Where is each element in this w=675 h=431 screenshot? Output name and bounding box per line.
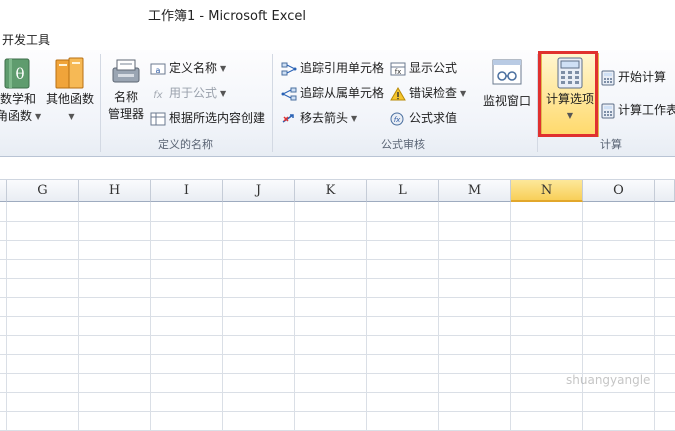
math-trig-label-2: 角函数: [0, 109, 33, 123]
column-header[interactable]: O: [583, 180, 655, 202]
table-icon: [150, 112, 166, 125]
name-manager-label-1: 名称: [113, 90, 138, 104]
column-header-partial: [655, 180, 675, 202]
create-from-selection-button[interactable]: 根据所选内容创建: [150, 108, 265, 128]
math-trig-label-1: 数学和: [0, 92, 36, 106]
evaluate-formula-button[interactable]: fx 公式求值: [390, 108, 457, 128]
trace-precedents-button[interactable]: 追踪引用单元格: [281, 58, 384, 78]
watermark: shuangyangle: [566, 373, 651, 387]
use-in-formula-label: 用于公式: [169, 86, 218, 100]
evaluate-formula-icon: fx: [390, 112, 404, 125]
remove-arrows-label: 移去箭头: [300, 111, 349, 125]
name-manager-button[interactable]: 名称 管理器: [104, 56, 148, 123]
watch-window-button[interactable]: 监视窗口: [480, 56, 534, 110]
trace-precedents-label: 追踪引用单元格: [300, 61, 385, 75]
other-functions-label: 其他函数: [45, 92, 94, 106]
use-in-formula-button: fx 用于公式 ▼: [150, 83, 226, 103]
svg-text:fx: fx: [395, 68, 402, 76]
name-manager-icon: [112, 59, 140, 83]
other-functions-button[interactable]: 其他函数 ▼: [43, 56, 97, 125]
define-name-label: 定义名称: [169, 61, 218, 75]
calculate-sheet-button[interactable]: 计算工作表: [601, 100, 675, 120]
warning-icon: [390, 86, 406, 100]
chevron-down-icon: ▼: [220, 88, 227, 98]
define-name-button[interactable]: a 定义名称 ▼: [150, 58, 226, 78]
trace-dependents-label: 追踪从属单元格: [300, 86, 385, 100]
remove-arrows-button[interactable]: 移去箭头 ▼: [281, 108, 357, 128]
watch-window-icon: [492, 59, 522, 85]
remove-arrows-icon: [282, 113, 294, 123]
formula-auditing-group-label: 公式审核: [381, 138, 425, 151]
calculator-sheet-icon: [601, 103, 615, 118]
calculator-icon: [601, 70, 615, 85]
defined-names-group-label: 定义的名称: [158, 138, 213, 151]
window-title: 工作簿1 - Microsoft Excel: [148, 9, 306, 24]
column-header[interactable]: J: [223, 180, 295, 202]
svg-text:fx: fx: [153, 90, 163, 101]
fx-icon: fx: [153, 90, 163, 101]
name-manager-label-2: 管理器: [107, 107, 144, 121]
svg-text:a: a: [156, 66, 161, 75]
column-header[interactable]: H: [79, 180, 151, 202]
cell-grid[interactable]: [0, 202, 675, 431]
show-formulas-label: 显示公式: [409, 61, 458, 75]
formula-bar[interactable]: [0, 157, 675, 180]
title-bar: 工作簿1 - Microsoft Excel: [0, 0, 675, 28]
calculate-now-button[interactable]: 开始计算: [601, 67, 666, 87]
column-header[interactable]: M: [439, 180, 511, 202]
show-formulas-button[interactable]: fx 显示公式: [390, 58, 457, 78]
evaluate-formula-label: 公式求值: [409, 111, 458, 125]
column-header-partial: [0, 180, 7, 202]
show-formulas-icon: fx: [390, 62, 406, 76]
tag-icon: a: [150, 63, 166, 75]
tab-developer[interactable]: 开发工具: [2, 31, 50, 48]
error-checking-button[interactable]: 错误检查 ▼: [390, 83, 466, 103]
math-trig-button[interactable]: θ 数学和 角函数 ▼: [0, 56, 42, 125]
column-header[interactable]: I: [151, 180, 223, 202]
svg-text:θ: θ: [15, 65, 24, 83]
column-header[interactable]: K: [295, 180, 367, 202]
math-trig-icon: θ: [4, 58, 30, 89]
group-divider: [100, 54, 101, 152]
error-checking-label: 错误检查: [409, 86, 458, 100]
calculate-now-label: 开始计算: [618, 70, 667, 84]
trace-precedents-icon: [281, 62, 297, 75]
calculation-group-label: 计算: [600, 138, 622, 151]
create-from-selection-label: 根据所选内容创建: [169, 111, 266, 125]
ribbon-tabs: 开发工具: [0, 28, 675, 51]
chevron-down-icon: ▼: [351, 113, 358, 123]
chevron-down-icon: ▼: [460, 88, 467, 98]
trace-dependents-icon: [281, 87, 297, 100]
group-divider: [272, 54, 273, 152]
trace-dependents-button[interactable]: 追踪从属单元格: [281, 83, 384, 103]
svg-text:fx: fx: [394, 116, 401, 124]
watch-window-label: 监视窗口: [482, 94, 531, 108]
books-icon: [55, 57, 84, 89]
ribbon: θ 数学和 角函数 ▼ 其他函数 ▼ 名称 管理器 a 定义名称 ▼ fx 用于公式 ▼ …: [0, 50, 675, 157]
chevron-down-icon: ▼: [35, 112, 42, 121]
chevron-down-icon: ▼: [220, 63, 227, 73]
column-header-selected[interactable]: N: [511, 180, 583, 202]
highlight-box: [538, 51, 598, 137]
column-header[interactable]: L: [367, 180, 439, 202]
column-header[interactable]: G: [7, 180, 79, 202]
chevron-down-icon: ▼: [68, 112, 75, 121]
calculate-sheet-label: 计算工作表: [618, 103, 675, 117]
